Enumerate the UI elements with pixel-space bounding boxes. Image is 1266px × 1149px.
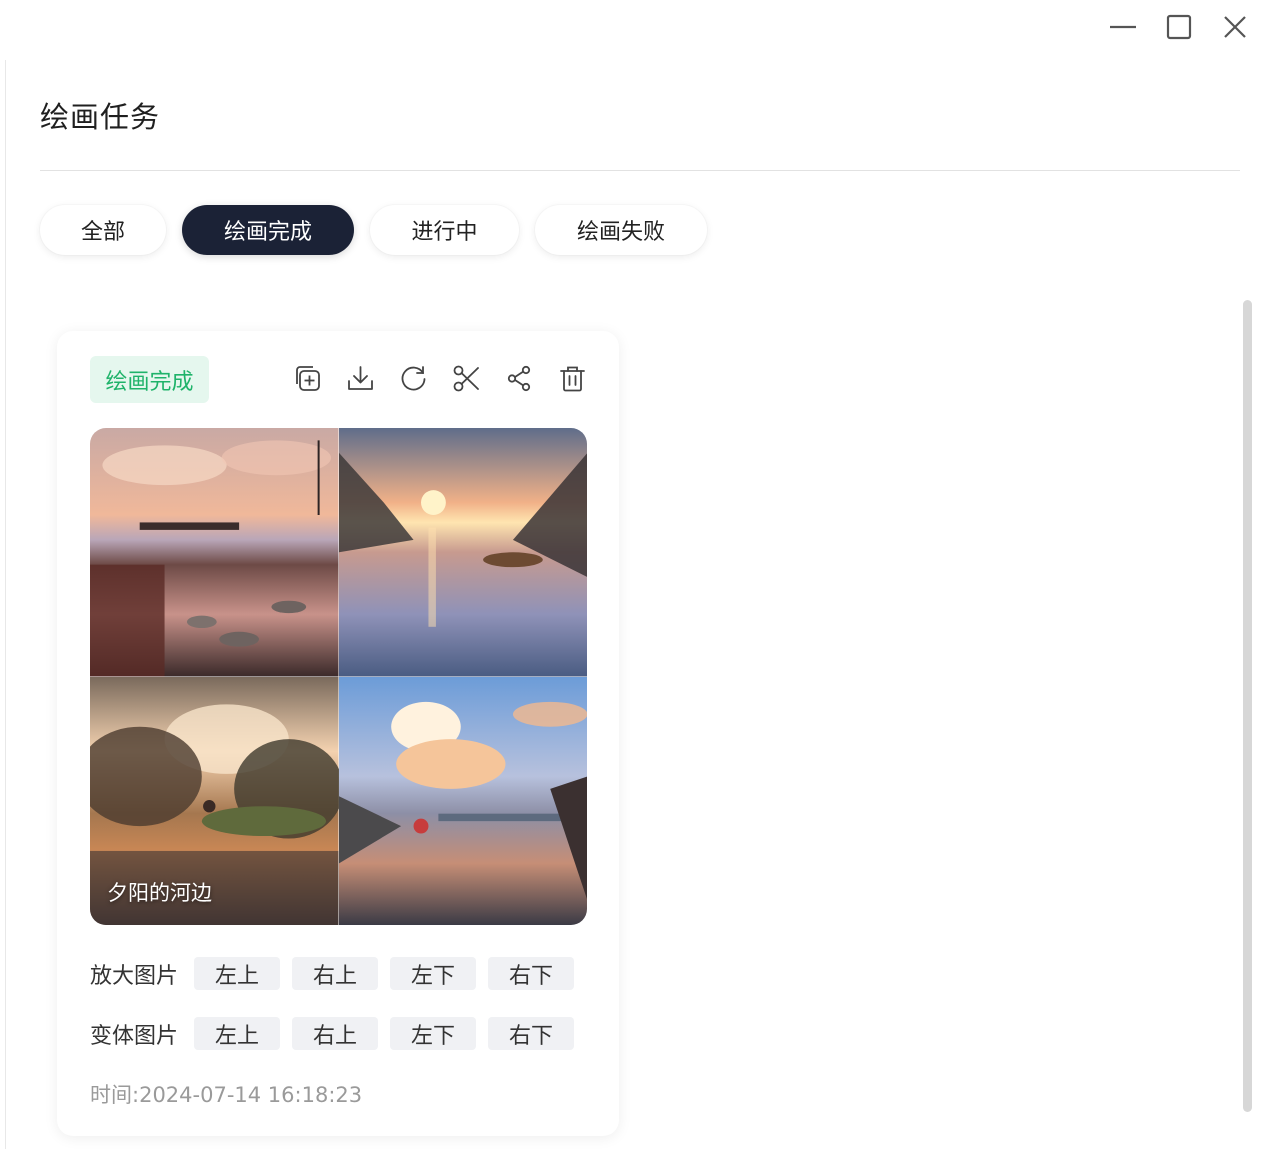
time-label: 时间: xyxy=(90,1083,140,1107)
image-bottom-right[interactable] xyxy=(338,676,588,926)
maximize-icon xyxy=(1166,14,1192,40)
download-icon xyxy=(348,366,373,390)
status-badge: 绘画完成 xyxy=(90,356,209,403)
task-timestamp: 时间:2024-07-14 16:18:23 xyxy=(90,1079,362,1109)
maximize-button[interactable] xyxy=(1158,8,1200,46)
variation-label: 变体图片 xyxy=(90,1023,179,1049)
page-title: 绘画任务 xyxy=(40,100,161,134)
task-card: 绘画完成 夕阳的河边 放大图片 左上 右上 左下 右下 变体图片 左上 右上 左… xyxy=(57,331,619,1136)
tab-failed[interactable]: 绘画失败 xyxy=(535,205,707,255)
status-tabs: 全部 绘画完成 进行中 绘画失败 xyxy=(40,205,707,255)
copy-add-icon xyxy=(296,366,320,391)
close-button[interactable] xyxy=(1214,8,1256,46)
trash-icon xyxy=(560,366,585,392)
image-top-left[interactable] xyxy=(90,428,339,677)
tab-all[interactable]: 全部 xyxy=(40,205,166,255)
upscale-row: 放大图片 左上 右上 左下 右下 xyxy=(90,957,586,990)
image-top-right[interactable] xyxy=(338,428,588,677)
window-controls xyxy=(1102,8,1256,46)
upscale-top-right-button[interactable]: 右上 xyxy=(292,957,378,990)
left-border xyxy=(5,60,6,1149)
close-icon xyxy=(1224,16,1246,38)
app-window: 绘画任务 全部 绘画完成 进行中 绘画失败 绘画完成 夕阳的河边 放大图片 左上… xyxy=(0,0,1266,1149)
generated-image-grid[interactable]: 夕阳的河边 xyxy=(90,428,587,925)
tab-completed[interactable]: 绘画完成 xyxy=(182,205,354,255)
tab-in-progress[interactable]: 进行中 xyxy=(370,205,519,255)
delete-button[interactable] xyxy=(558,364,587,393)
crop-button[interactable] xyxy=(452,364,481,393)
variation-bottom-right-button[interactable]: 右下 xyxy=(488,1017,574,1050)
variation-top-right-button[interactable]: 右上 xyxy=(292,1017,378,1050)
title-divider xyxy=(40,170,1240,171)
copy-add-button[interactable] xyxy=(293,364,322,393)
upscale-label: 放大图片 xyxy=(90,963,179,989)
upscale-bottom-left-button[interactable]: 左下 xyxy=(390,957,476,990)
variation-row: 变体图片 左上 右上 左下 右下 xyxy=(90,1017,586,1050)
refresh-icon xyxy=(401,366,426,391)
card-action-bar xyxy=(293,364,587,393)
share-icon xyxy=(507,365,531,392)
upscale-top-left-button[interactable]: 左上 xyxy=(194,957,280,990)
scissors-icon xyxy=(453,365,479,392)
regenerate-button[interactable] xyxy=(399,364,428,393)
minimize-button[interactable] xyxy=(1102,8,1144,46)
minimize-icon xyxy=(1110,25,1136,29)
variation-top-left-button[interactable]: 左上 xyxy=(194,1017,280,1050)
variation-bottom-left-button[interactable]: 左下 xyxy=(390,1017,476,1050)
vertical-scrollbar[interactable] xyxy=(1243,300,1252,1112)
download-button[interactable] xyxy=(346,364,375,393)
share-button[interactable] xyxy=(505,364,534,393)
upscale-bottom-right-button[interactable]: 右下 xyxy=(488,957,574,990)
time-value: 2024-07-14 16:18:23 xyxy=(139,1083,363,1107)
image-caption: 夕阳的河边 xyxy=(107,881,212,905)
